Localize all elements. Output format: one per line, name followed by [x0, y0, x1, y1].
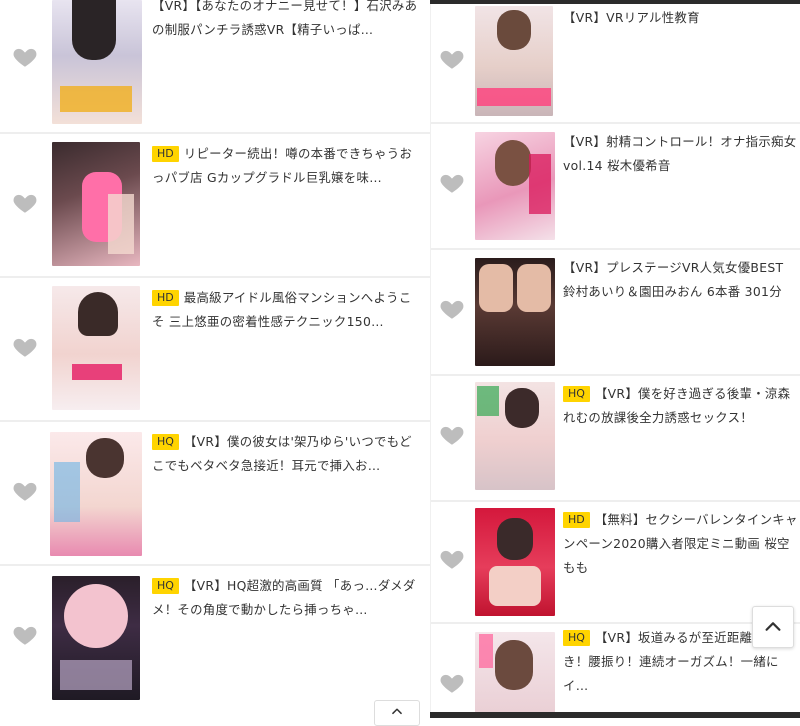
quality-badge: HQ	[152, 578, 179, 594]
heart-icon[interactable]	[439, 296, 465, 322]
heart-icon[interactable]	[439, 170, 465, 196]
heart-icon[interactable]	[12, 190, 38, 216]
heart-icon[interactable]	[439, 422, 465, 448]
product-title[interactable]: HD 【無料】セクシーバレンタインキャンペーン2020購入者限定ミニ動画 桜空もも	[563, 508, 799, 580]
product-thumbnail[interactable]	[475, 382, 555, 490]
list-item[interactable]: 【VR】プレステージVR人気女優BEST 鈴村あいり＆園田みおん 6本番 301…	[431, 250, 800, 374]
product-thumbnail[interactable]	[52, 576, 140, 700]
product-thumbnail[interactable]	[52, 142, 140, 266]
heart-icon[interactable]	[12, 478, 38, 504]
right-product-list: 【VR】VRリアル性教育 【VR】射精コントロール！オナ指示痴女vol.14 桜…	[430, 0, 800, 718]
quality-badge: HD	[563, 512, 590, 528]
quality-badge: HQ	[563, 386, 590, 402]
left-product-list: 【VR】【あなたのオナニー見せて！】石沢みあの制服パンチラ誘惑VR【精子いっぱ……	[0, 0, 430, 718]
list-item[interactable]: HD リピーター続出！噂の本番できちゃうおっパブ店 Gカップグラドル巨乳嬢を味…	[0, 134, 430, 276]
scroll-to-top-button[interactable]	[752, 606, 794, 648]
scroll-to-top-button-left[interactable]	[374, 700, 420, 726]
chevron-up-icon	[765, 622, 781, 631]
list-item[interactable]: HD 最高級アイドル風俗マンションへようこそ 三上悠亜の密着性感テクニック150…	[0, 278, 430, 420]
list-item[interactable]: 【VR】射精コントロール！オナ指示痴女vol.14 桜木優希音	[431, 124, 800, 248]
product-thumbnail[interactable]	[475, 6, 553, 116]
heart-icon[interactable]	[439, 546, 465, 572]
quality-badge: HQ	[152, 434, 179, 450]
product-thumbnail[interactable]	[475, 508, 555, 616]
quality-badge: HD	[152, 290, 179, 306]
list-item[interactable]: 【VR】【あなたのオナニー見せて！】石沢みあの制服パンチラ誘惑VR【精子いっぱ…	[0, 0, 430, 132]
list-item[interactable]: HQ 【VR】HQ超激的高画質 「あっ…ダメダメ！その角度で動かしたら挿っちゃ…	[0, 566, 430, 718]
product-title[interactable]: HQ 【VR】HQ超激的高画質 「あっ…ダメダメ！その角度で動かしたら挿っちゃ…	[152, 574, 420, 622]
product-title[interactable]: 【VR】射精コントロール！オナ指示痴女vol.14 桜木優希音	[563, 130, 799, 178]
quality-badge: HQ	[563, 630, 590, 646]
heart-icon[interactable]	[12, 44, 38, 70]
list-item[interactable]: HQ 【VR】僕を好き過ぎる後輩・涼森れむの放課後全力誘惑セックス！	[431, 376, 800, 500]
product-title[interactable]: 【VR】VRリアル性教育	[563, 6, 799, 30]
heart-icon[interactable]	[12, 622, 38, 648]
heart-icon[interactable]	[12, 334, 38, 360]
product-title[interactable]: HD リピーター続出！噂の本番できちゃうおっパブ店 Gカップグラドル巨乳嬢を味…	[152, 142, 420, 190]
product-title[interactable]: HD 最高級アイドル風俗マンションへようこそ 三上悠亜の密着性感テクニック150…	[152, 286, 420, 334]
list-item[interactable]: 【VR】VRリアル性教育	[431, 0, 800, 122]
product-thumbnail[interactable]	[475, 258, 555, 366]
product-title[interactable]: 【VR】【あなたのオナニー見せて！】石沢みあの制服パンチラ誘惑VR【精子いっぱ…	[152, 0, 420, 42]
product-thumbnail[interactable]	[52, 286, 140, 410]
product-thumbnail[interactable]	[52, 0, 142, 124]
chevron-up-icon	[392, 708, 402, 715]
product-thumbnail[interactable]	[475, 632, 555, 718]
bottom-edge-shadow	[430, 712, 800, 718]
product-title[interactable]: HQ 【VR】僕を好き過ぎる後輩・涼森れむの放課後全力誘惑セックス！	[563, 382, 799, 430]
product-thumbnail[interactable]	[475, 132, 555, 240]
list-item[interactable]: HQ 【VR】僕の彼女は'架乃ゆら'いつでもどこでもベタベタ急接近！耳元で挿入お…	[0, 422, 430, 564]
list-item[interactable]: HQ 【VR】坂道みるが至近距離で囁き！腰振り！連続オーガズム！一緒にイ…	[431, 624, 800, 718]
quality-badge: HD	[152, 146, 179, 162]
product-thumbnail[interactable]	[50, 432, 142, 556]
heart-icon[interactable]	[439, 670, 465, 696]
heart-icon[interactable]	[439, 46, 465, 72]
list-item[interactable]: HD 【無料】セクシーバレンタインキャンペーン2020購入者限定ミニ動画 桜空もも	[431, 502, 800, 622]
top-edge-shadow	[430, 0, 800, 4]
product-title[interactable]: HQ 【VR】僕の彼女は'架乃ゆら'いつでもどこでもベタベタ急接近！耳元で挿入お…	[152, 430, 420, 478]
product-title[interactable]: 【VR】プレステージVR人気女優BEST 鈴村あいり＆園田みおん 6本番 301…	[563, 256, 799, 304]
